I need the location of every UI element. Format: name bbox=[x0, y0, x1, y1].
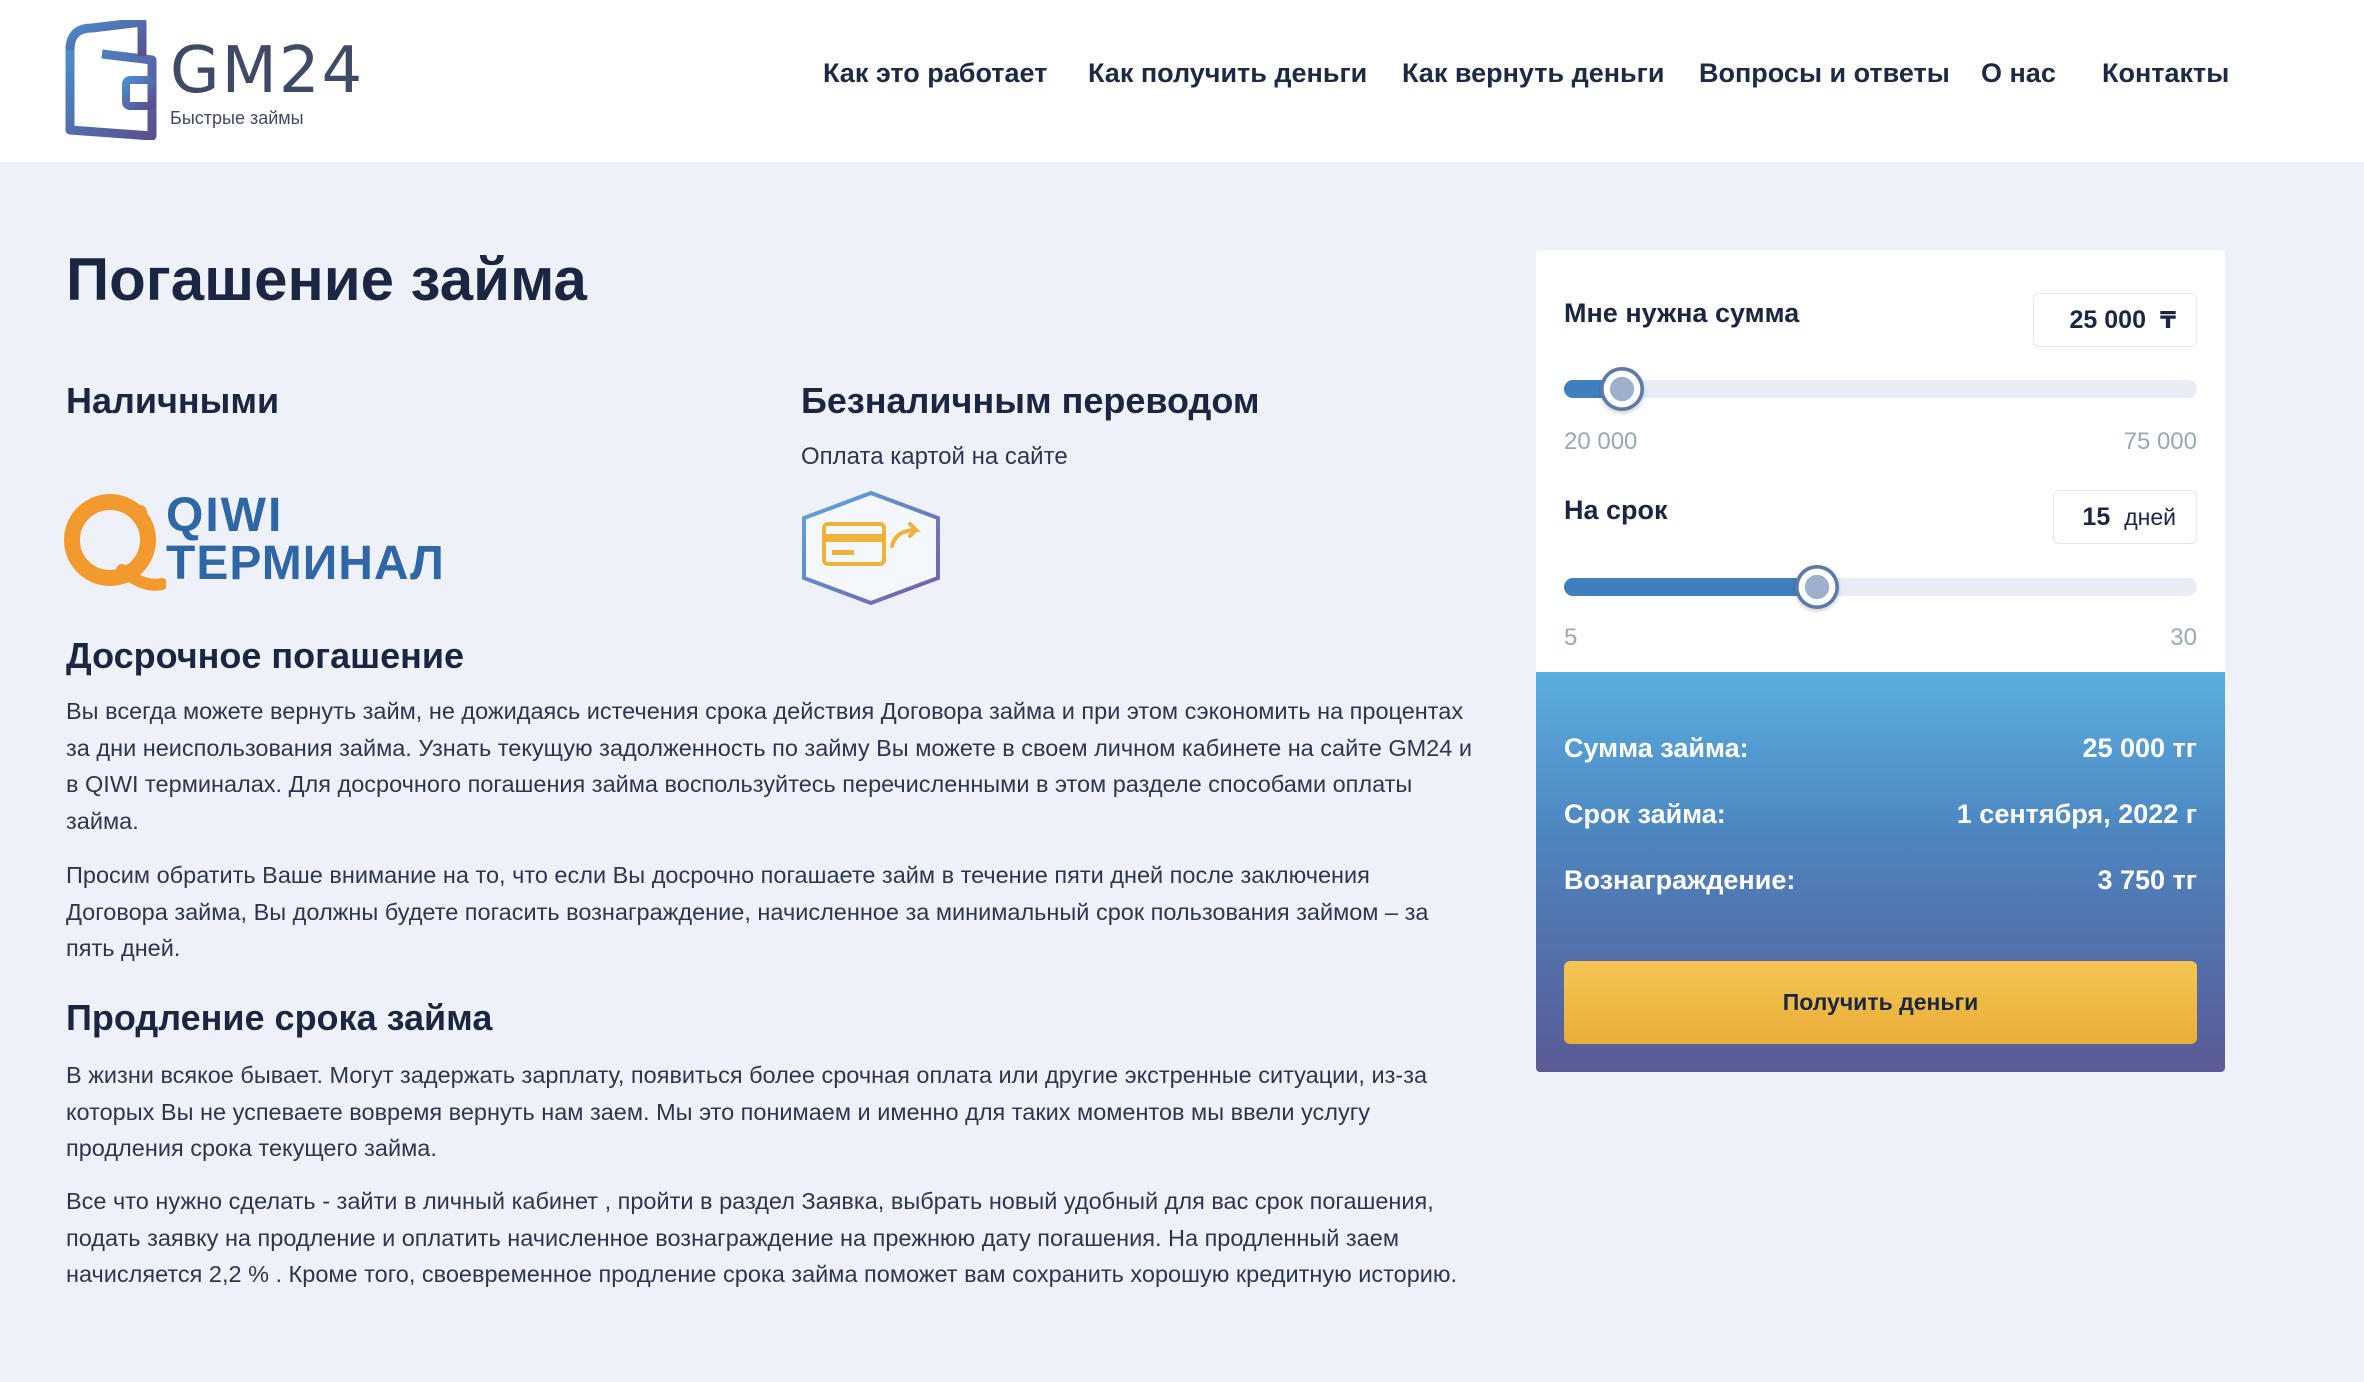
main-nav: Как это работает Как получить деньги Как… bbox=[0, 58, 2364, 98]
site-header: GM24 Быстрые займы Как это работает Как … bbox=[0, 0, 2364, 162]
qiwi-logo-icon bbox=[64, 494, 166, 591]
nav-item-contacts[interactable]: Контакты bbox=[2102, 58, 2229, 89]
summary-row-reward: Вознаграждение: 3 750 тг bbox=[1564, 865, 2197, 905]
term-slider-handle[interactable] bbox=[1795, 565, 1840, 609]
summary-row-date: Срок займа: 1 сентября, 2022 г bbox=[1564, 799, 2197, 839]
qiwi-terminal-logo: QIWI ТЕРМИНАЛ bbox=[62, 488, 445, 598]
amount-slider-handle[interactable] bbox=[1599, 367, 1644, 411]
summary-reward-label: Вознаграждение: bbox=[1564, 865, 1796, 895]
summary-sum-value: 25 000 тг bbox=[2082, 733, 2197, 763]
term-label: На срок bbox=[1564, 495, 1668, 525]
extension-heading: Продление срока займа bbox=[66, 997, 493, 1038]
nav-item-get-money[interactable]: Как получить деньги bbox=[1088, 58, 1367, 89]
term-max-label: 30 bbox=[2170, 624, 2197, 651]
qiwi-logo-line2: ТЕРМИНАЛ bbox=[166, 537, 445, 590]
tenge-icon: ₸ bbox=[2159, 306, 2176, 333]
summary-sum-label: Сумма займа: bbox=[1564, 733, 1749, 763]
amount-field[interactable]: 25 000 ₸ bbox=[2033, 293, 2197, 347]
amount-min-label: 20 000 bbox=[1564, 428, 1638, 455]
term-unit: дней bbox=[2124, 503, 2176, 530]
summary-date-label: Срок займа: bbox=[1564, 799, 1726, 829]
amount-value: 25 000 bbox=[2069, 305, 2146, 334]
loan-summary-panel: Сумма займа: 25 000 тг Срок займа: 1 сен… bbox=[1536, 672, 2225, 1072]
summary-date-value: 1 сентября, 2022 г bbox=[1956, 799, 2197, 829]
extension-paragraph-1: В жизни всякое бывает. Могут задержать з… bbox=[66, 1062, 1428, 1161]
term-min-label: 5 bbox=[1564, 624, 1578, 651]
summary-reward-value: 3 750 тг bbox=[2097, 865, 2197, 895]
cash-heading: Наличными bbox=[66, 380, 280, 421]
page-title: Погашение займа bbox=[66, 246, 587, 313]
card-transfer-icon[interactable] bbox=[800, 490, 942, 606]
extension-paragraph-2: Все что нужно сделать - зайти в личный к… bbox=[66, 1188, 1458, 1287]
amount-max-label: 75 000 bbox=[2123, 428, 2197, 455]
early-repayment-heading: Досрочное погашение bbox=[66, 635, 465, 676]
nav-item-how-it-works[interactable]: Как это работает bbox=[823, 58, 1047, 89]
nav-item-faq[interactable]: Вопросы и ответы bbox=[1699, 58, 1950, 89]
qiwi-logo-line1: QIWI bbox=[166, 489, 284, 542]
cashless-heading: Безналичным переводом bbox=[801, 380, 1260, 421]
get-money-button[interactable]: Получить деньги bbox=[1564, 961, 2197, 1044]
early-repayment-paragraph-1: Вы всегда можете вернуть займ, не дожида… bbox=[66, 698, 1472, 834]
term-slider-fill bbox=[1564, 578, 1818, 596]
amount-slider[interactable] bbox=[1564, 367, 2197, 411]
term-slider[interactable] bbox=[1564, 565, 2197, 609]
loan-calculator: Мне нужна сумма 25 000 ₸ 20 000 75 000 Н… bbox=[1536, 250, 2225, 1072]
nav-item-return-money[interactable]: Как вернуть деньги bbox=[1402, 58, 1664, 89]
cashless-subtitle: Оплата картой на сайте bbox=[801, 443, 1068, 470]
early-repayment-paragraph-2: Просим обратить Ваше внимание на то, что… bbox=[66, 862, 1429, 961]
amount-label: Мне нужна сумма bbox=[1564, 298, 1800, 328]
brand-tagline: Быстрые займы bbox=[170, 108, 304, 128]
nav-item-about[interactable]: О нас bbox=[1981, 58, 2056, 89]
term-field[interactable]: 15 дней bbox=[2053, 490, 2197, 544]
summary-row-sum: Сумма займа: 25 000 тг bbox=[1564, 733, 2197, 773]
term-value: 15 bbox=[2082, 502, 2111, 531]
